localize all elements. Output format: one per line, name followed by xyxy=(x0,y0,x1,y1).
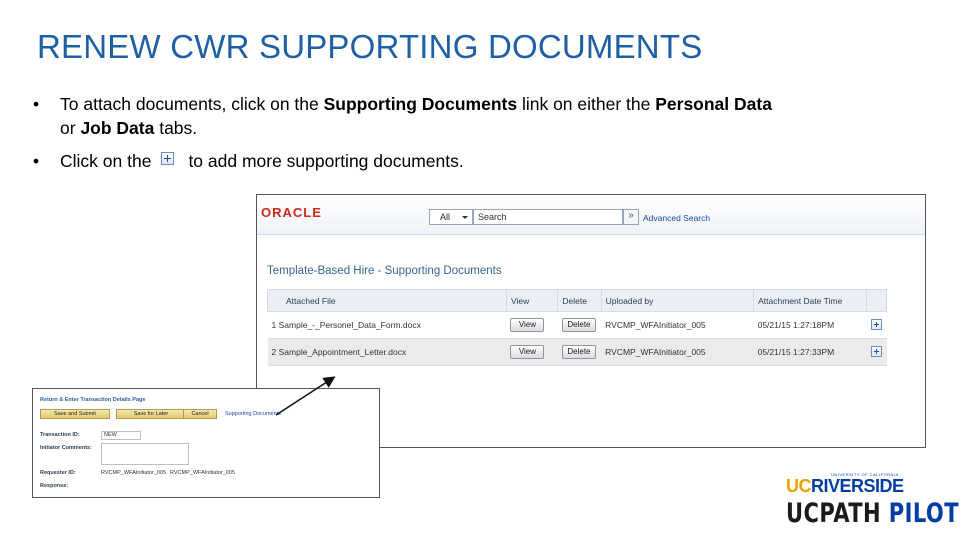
callout-arrow xyxy=(275,376,336,416)
uc-riverside-wordmark: UCRIVERSIDE xyxy=(786,476,904,496)
ucpath-pilot-wordmark: UCPATH PILOT xyxy=(786,498,959,529)
ucpath-pilot-logo: UNIVERSITY OF CALIFORNIA UCRIVERSIDE UCP… xyxy=(786,470,959,530)
